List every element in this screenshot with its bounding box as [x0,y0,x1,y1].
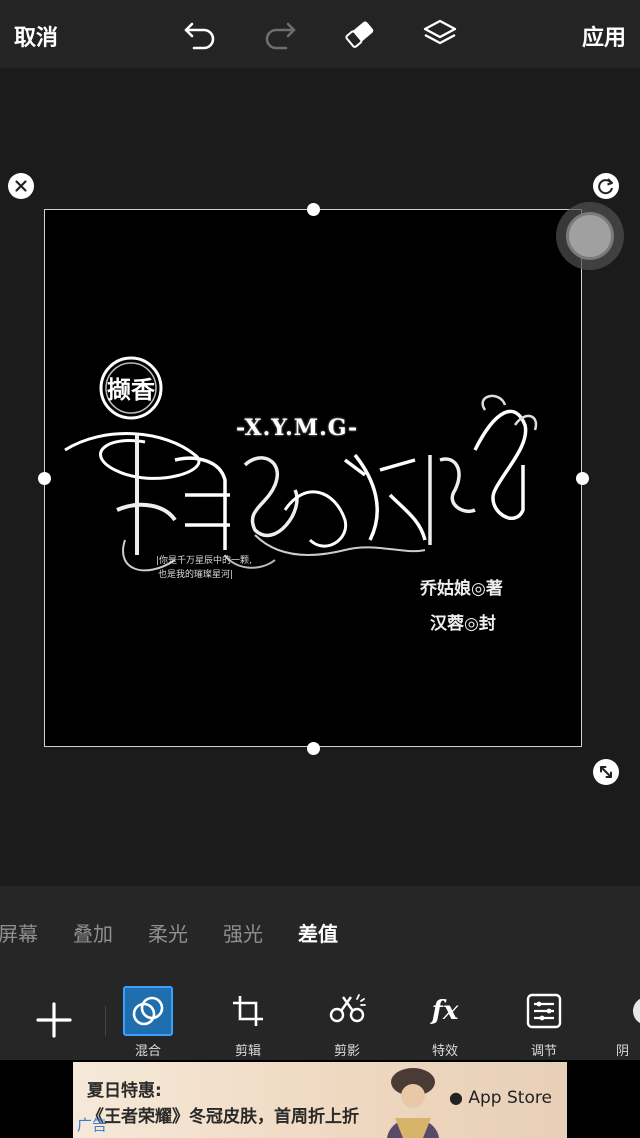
scale-button[interactable] [593,759,619,785]
tool-label: 阴 [616,1044,630,1059]
crop-icon [223,986,273,1036]
apple-icon: ● [449,1088,463,1107]
resize-handle-right[interactable] [576,472,589,485]
apply-button[interactable]: 应用 [582,20,626,52]
resize-handle-left[interactable] [38,472,51,485]
blend-mode-hardlight[interactable]: 强光 [223,918,263,947]
artwork-title: -X.Y.M.G- [236,415,359,441]
calligraphy-artwork: 撷香 [64,356,538,572]
blend-mode-list: 屏幕 叠加 柔光 强光 差值 [0,886,640,974]
rotate-button[interactable] [593,173,619,199]
artwork-tagline-2: 也是我的璀璨星河| [158,570,234,580]
redo-icon[interactable] [260,14,300,54]
divider [105,1006,106,1036]
tool-blend[interactable]: 混合 [113,986,183,1060]
tool-bar: 混合 剪辑 剪影 fx 特效 调节 阴 [0,974,640,1060]
cutout-icon [322,986,372,1036]
resize-diagonal-icon [600,766,612,778]
adjust-icon [519,986,569,1036]
app-store-label: App Store [468,1088,552,1108]
ad-headline: 夏日特惠: [87,1081,162,1101]
add-icon[interactable] [34,1000,74,1040]
tool-label: 剪辑 [234,1044,261,1059]
ad-hero-image [387,1068,439,1138]
resize-handle-top[interactable] [307,203,320,216]
tool-label: 特效 [431,1044,458,1059]
tool-label: 剪影 [333,1044,360,1059]
rotate-icon [598,178,613,195]
cancel-button[interactable]: 取消 [14,20,58,52]
tool-cutout[interactable]: 剪影 [312,986,382,1060]
close-icon [15,180,27,192]
app-store-badge[interactable]: ● App Store [449,1088,552,1108]
fx-icon: fx [431,996,459,1026]
blend-mode-screen[interactable]: 屏幕 [0,918,38,947]
blend-mode-difference[interactable]: 差值 [298,918,338,947]
delete-layer-button[interactable] [8,173,34,199]
top-bar: 取消 应用 [0,0,640,68]
tool-shadow[interactable]: 阴 [598,986,640,1060]
blend-mode-softlight[interactable]: 柔光 [148,918,188,947]
artwork-signature-2: 汉蓉◎封 [430,614,496,634]
ad-label: 广告 [77,1116,108,1134]
assistive-touch-button[interactable] [556,202,624,270]
tool-fx[interactable]: fx 特效 [410,986,480,1060]
resize-handle-bottom[interactable] [307,742,320,755]
badge-text: 撷香 [107,375,156,404]
layers-icon[interactable] [420,14,460,54]
eraser-icon[interactable] [340,14,380,54]
artwork-tagline-1: |你是千万星辰中的一颗, [156,556,252,566]
shadow-icon [608,986,640,1036]
tool-adjust[interactable]: 调节 [509,986,579,1060]
blend-mode-overlay[interactable]: 叠加 [73,918,113,947]
tool-label: 混合 [134,1044,161,1059]
ad-subline: 《王者荣耀》冬冠皮肤，首周折上折 [87,1107,359,1127]
artwork-signature-1: 乔姑娘◎著 [420,579,503,599]
tool-label: 调节 [530,1044,557,1059]
tool-crop[interactable]: 剪辑 [213,986,283,1060]
ad-banner[interactable]: 夏日特惠: 《王者荣耀》冬冠皮肤，首周折上折 广告 ● App Store [73,1062,567,1138]
overlay-image[interactable]: 撷香 [44,209,582,747]
undo-icon[interactable] [180,14,220,54]
blend-icon [123,986,173,1036]
